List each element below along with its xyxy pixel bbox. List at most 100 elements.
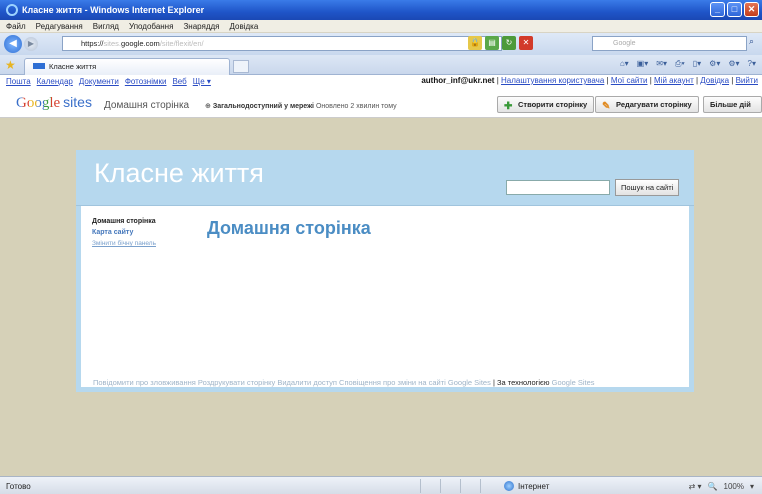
url-scheme: https:// xyxy=(81,39,104,48)
print-icon[interactable]: ⎙▾ xyxy=(675,59,685,69)
menu-help[interactable]: Довідка xyxy=(230,22,259,31)
status-text: Готово xyxy=(6,482,31,491)
gbar-calendar[interactable]: Календар xyxy=(37,77,73,86)
menu-bar: Файл Редагування Вигляд Уподобання Знаря… xyxy=(0,20,762,33)
ie-search-input[interactable]: Google xyxy=(592,36,747,51)
command-bar: ⌂▾ ▣▾ ✉▾ ⎙▾ ▯▾ ⚙▾ ⚙▾ ?▾ xyxy=(620,59,756,69)
current-page-label: Домашня сторінка xyxy=(104,100,190,111)
window-title: Класне життя - Windows Internet Explorer xyxy=(22,5,205,15)
footer-links[interactable]: Повідомити про зловживання Роздрукувати … xyxy=(93,378,491,387)
more-actions-button[interactable]: Більше дій ▾ xyxy=(703,96,762,124)
tab-active[interactable]: Класне життя xyxy=(24,58,230,75)
sites-header-bar: Google sites Домашня сторінка ⊕ Загальнод… xyxy=(0,88,762,124)
zoom-icon[interactable]: 🔍 xyxy=(708,482,718,491)
status-bar: Готово Інтернет ⇄ ▾ 🔍 100% ▾ xyxy=(0,476,762,494)
home-icon[interactable]: ⌂▾ xyxy=(620,59,629,69)
window-controls: _ □ ✕ xyxy=(710,2,759,17)
gbar-photos[interactable]: Фотознімки xyxy=(125,77,167,86)
page-viewport: Класне життя Пошук на сайті Домашня стор… xyxy=(0,118,762,476)
site-title[interactable]: Класне життя xyxy=(94,158,264,189)
tools-icon[interactable]: ⚙▾ xyxy=(728,59,739,69)
menu-edit[interactable]: Редагування xyxy=(36,22,83,31)
feeds-icon[interactable]: ▣▾ xyxy=(637,59,649,69)
compatibility-icon[interactable]: ▤ xyxy=(485,36,499,50)
menu-tools[interactable]: Знаряддя xyxy=(183,22,219,31)
powered-by-label: За технологією xyxy=(496,378,550,387)
gbar-mail[interactable]: Пошта xyxy=(6,77,31,86)
site-body: Домашня сторінка Карта сайту Змінити біч… xyxy=(76,206,694,392)
menu-view[interactable]: Вигляд xyxy=(93,22,119,31)
status-divider xyxy=(440,479,441,493)
search-icon[interactable]: ⌕ xyxy=(749,36,761,51)
google-sites-logo[interactable]: Google sites xyxy=(16,94,92,112)
safety-icon[interactable]: ⚙▾ xyxy=(709,59,720,69)
site-search-input[interactable] xyxy=(506,180,610,195)
gbar-my-account[interactable]: Мій акаунт xyxy=(654,76,694,85)
mail-icon[interactable]: ✉▾ xyxy=(656,59,667,69)
site-footer: Повідомити про зловживання Роздрукувати … xyxy=(93,378,595,387)
globe-icon: ⊕ xyxy=(205,103,211,110)
status-divider xyxy=(420,479,421,493)
zoom-level[interactable]: 100% xyxy=(724,482,744,491)
help-icon[interactable]: ?▾ xyxy=(748,59,756,69)
google-bar: Пошта Календар Документи Фотознімки Веб … xyxy=(0,75,762,88)
menu-file[interactable]: Файл xyxy=(6,22,26,31)
powered-by-link[interactable]: Google Sites xyxy=(552,378,595,387)
public-label: Загальнодоступний у мережі xyxy=(212,103,314,110)
url-host-dim: sites. xyxy=(103,39,122,48)
sidebar-nav: Домашня сторінка Карта сайту Змінити біч… xyxy=(92,216,156,249)
footer-divider: | xyxy=(492,378,495,387)
logo-google: Google xyxy=(16,95,61,111)
stop-icon[interactable]: ✕ xyxy=(519,36,533,50)
url-path: /site/flexit/en/ xyxy=(159,39,204,48)
gbar-docs[interactable]: Документи xyxy=(79,77,119,86)
gbar-user-settings[interactable]: Налаштування користувача xyxy=(501,76,604,85)
status-divider xyxy=(480,479,481,493)
create-page-label: Створити сторінку xyxy=(518,100,588,109)
window-titlebar: Класне життя - Windows Internet Explorer… xyxy=(0,0,762,20)
nav-home[interactable]: Домашня сторінка xyxy=(92,216,156,227)
plus-icon: ✚ xyxy=(504,101,513,112)
tab-label: Класне життя xyxy=(49,62,97,71)
site-search-button[interactable]: Пошук на сайті xyxy=(615,179,680,196)
maximize-button[interactable]: □ xyxy=(727,2,742,17)
gbar-more[interactable]: Ще ▾ xyxy=(193,77,211,86)
favorites-star-icon[interactable]: ★ xyxy=(5,58,16,72)
status-right: ⇄ ▾ 🔍 100% ▾ xyxy=(689,482,754,491)
menu-favorites[interactable]: Уподобання xyxy=(129,22,173,31)
lock-icon[interactable]: 🔒 xyxy=(468,36,482,50)
ie-logo-icon xyxy=(6,4,18,16)
gbar-account: author_inf@ukr.net | Налаштування корист… xyxy=(421,76,758,85)
create-page-button[interactable]: ✚ Створити сторінку xyxy=(497,96,595,113)
gbar-signout[interactable]: Вийти xyxy=(736,76,758,85)
back-button[interactable]: ◀ xyxy=(4,35,22,53)
page-icon[interactable]: ▯▾ xyxy=(693,59,701,69)
logo-sites: sites xyxy=(63,94,92,110)
nav-sitemap[interactable]: Карта сайту xyxy=(92,227,156,238)
forward-button[interactable]: ▶ xyxy=(24,37,38,51)
security-zone[interactable]: Інтернет xyxy=(504,481,549,491)
internet-zone-icon xyxy=(504,481,514,491)
edit-page-label: Редагувати сторінку xyxy=(616,100,692,109)
gbar-my-sites[interactable]: Мої сайти xyxy=(611,76,648,85)
close-button[interactable]: ✕ xyxy=(744,2,759,17)
zoom-dropdown-icon[interactable]: ▾ xyxy=(750,482,754,491)
tabs-bar: ★ Класне життя ⌂▾ ▣▾ ✉▾ ⎙▾ ▯▾ ⚙▾ ⚙▾ ?▾ xyxy=(0,55,762,75)
user-email: author_inf@ukr.net xyxy=(421,76,495,85)
new-tab-button[interactable] xyxy=(233,60,249,73)
address-field[interactable]: https://sites.google.com/site/flexit/en/ xyxy=(62,36,502,51)
gbar-help[interactable]: Довідка xyxy=(700,76,729,85)
tab-favicon-icon xyxy=(33,63,45,69)
edit-page-button[interactable]: ✎ Редагувати сторінку xyxy=(595,96,699,113)
protected-mode-icon[interactable]: ⇄ ▾ xyxy=(689,482,702,491)
refresh-icon[interactable]: ↻ xyxy=(502,36,516,50)
minimize-button[interactable]: _ xyxy=(710,2,725,17)
publish-status: ⊕ Загальнодоступний у мережі Оновлено 2 … xyxy=(205,102,397,110)
edit-sidebar-link[interactable]: Змінити бічну панель xyxy=(92,238,156,249)
pencil-icon: ✎ xyxy=(602,101,611,112)
site-header: Класне життя Пошук на сайті xyxy=(76,150,694,206)
zone-label: Інтернет xyxy=(518,481,550,491)
address-icons: 🔒 ▤ ↻ ✕ xyxy=(468,36,533,50)
gbar-web[interactable]: Веб xyxy=(172,77,186,86)
updated-label: Оновлено 2 хвилин тому xyxy=(315,103,397,110)
